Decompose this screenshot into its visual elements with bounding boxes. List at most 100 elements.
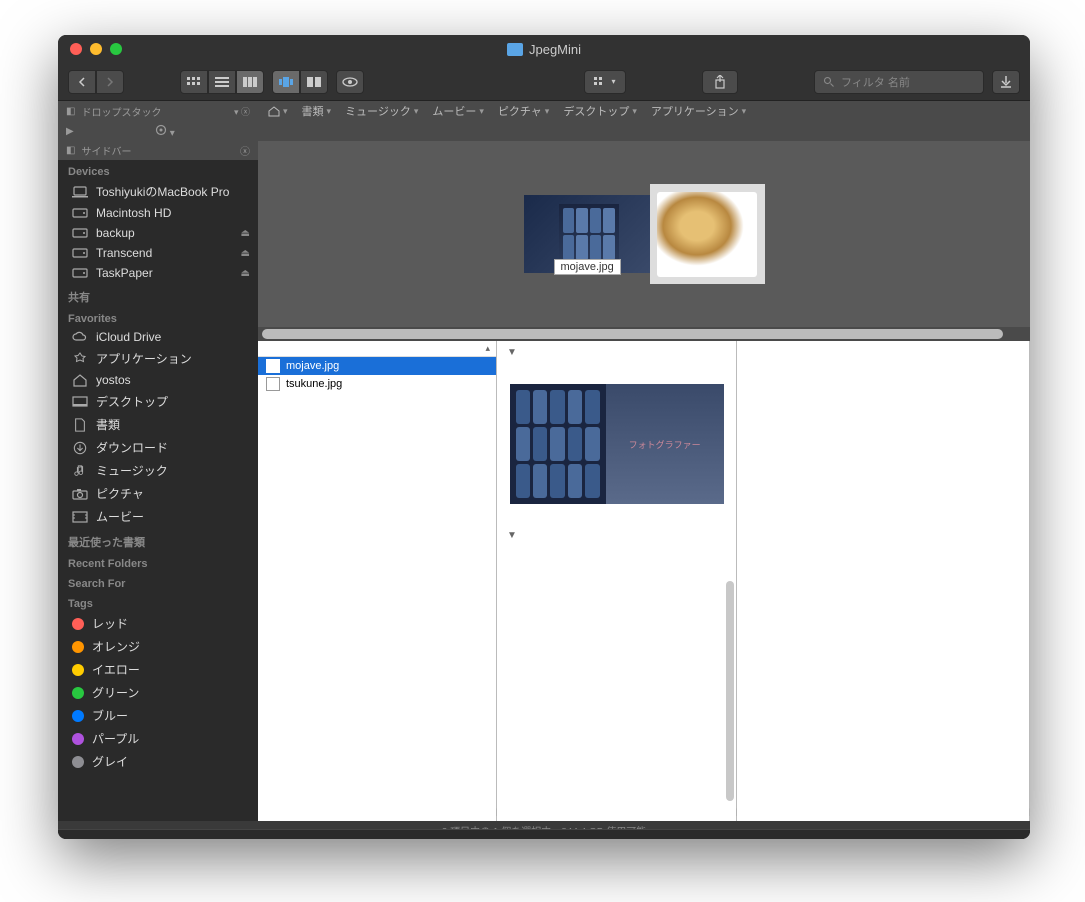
tag-dot-icon (72, 756, 84, 768)
column-view-button[interactable] (236, 70, 264, 94)
sidebar-tag-6[interactable]: グレイ (58, 750, 258, 773)
column-browser: ▴ mojave.jpgtsukune.jpg ‖ ▼ (258, 341, 1030, 821)
folder-icon (507, 43, 523, 56)
traffic-lights (58, 43, 122, 55)
disclosure-1[interactable]: ▼ (497, 341, 736, 364)
view-mode-group (180, 70, 264, 94)
sidebar-device-0[interactable]: ToshiyukiのMacBook Pro (58, 180, 258, 203)
eject-icon[interactable]: ⏏ (241, 248, 250, 259)
file-icon (266, 359, 280, 373)
sidebar-device-1[interactable]: Macintosh HD (58, 203, 258, 223)
file-row-1[interactable]: tsukune.jpg (258, 375, 496, 393)
search-for-header: Search For (58, 572, 258, 592)
sidebar-favorite-7[interactable]: ピクチャ (58, 482, 258, 505)
sidebar-tag-3[interactable]: グリーン (58, 681, 258, 704)
tags-header: Tags (58, 592, 258, 612)
scrollbar-thumb[interactable] (262, 329, 1003, 339)
forward-button[interactable] (96, 70, 124, 94)
coverflow-scrollbar[interactable] (258, 327, 1030, 341)
path-item-4[interactable]: デスクトップ▾ (563, 103, 637, 119)
column-2-preview: ▼ フォトグラファー (497, 341, 737, 821)
preview-image: フォトグラファー (510, 384, 724, 504)
disclosure-2[interactable]: ▼ (497, 524, 736, 547)
shared-header: 共有 (58, 283, 258, 307)
sidebar-favorite-8[interactable]: ムービー (58, 505, 258, 528)
coverflow-thumb-selected[interactable]: mojave.jpg (524, 195, 654, 273)
eject-icon[interactable]: ⏏ (241, 268, 250, 279)
body: ◧サイドバーⓧ Devices ToshiyukiのMacBook ProMac… (58, 141, 1030, 821)
search-field[interactable]: フィルタ 名前 (814, 70, 984, 94)
coverflow-thumb-next[interactable] (650, 184, 765, 284)
favorites-header: Favorites (58, 307, 258, 327)
window-title-text: JpegMini (529, 42, 581, 57)
path-item-2[interactable]: ムービー▾ (432, 103, 484, 119)
finder-window: JpegMini ▾ フィルタ 名前 ◧ (58, 35, 1030, 839)
path-item-0[interactable]: 書類▾ (302, 103, 332, 119)
path-item-3[interactable]: ピクチャ▾ (498, 103, 549, 119)
eject-icon[interactable]: ⏏ (241, 228, 250, 239)
path-home[interactable]: ▾ (268, 106, 288, 117)
sidebar-device-2[interactable]: backup⏏ (58, 223, 258, 243)
column-resize-handle-3[interactable]: ‖ (1029, 808, 1030, 819)
sidebar-action-row[interactable]: ▶ ▾ (58, 121, 258, 141)
column-sort-indicator[interactable]: ▴ (258, 341, 496, 357)
search-placeholder: フィルタ 名前 (841, 74, 910, 90)
tab-bar: ◧ ドロップスタック ▾ ⓧ ▾ 書類▾ ミュージック▾ ムービー▾ ピクチャ▾… (58, 101, 1030, 121)
content-area: mojave.jpg ▴ mojave.jpgtsukune.jpg ‖ ▼ (258, 141, 1030, 821)
tag-dot-icon (72, 687, 84, 699)
minimize-button[interactable] (90, 43, 102, 55)
thumb-image-tsukune (650, 184, 765, 284)
preview-scrollbar[interactable] (726, 581, 734, 801)
quicklook-button[interactable] (336, 70, 364, 94)
thumb-label: mojave.jpg (554, 259, 621, 275)
sidebar-favorite-5[interactable]: ダウンロード (58, 436, 258, 459)
sidebar-favorite-4[interactable]: 書類 (58, 413, 258, 436)
titlebar: JpegMini (58, 35, 1030, 63)
sidebar-favorite-2[interactable]: yostos (58, 370, 258, 390)
tag-dot-icon (72, 710, 84, 722)
arrange-button[interactable]: ▾ (584, 70, 626, 94)
path-bar: ▾ 書類▾ ミュージック▾ ムービー▾ ピクチャ▾ デスクトップ▾ アプリケーシ… (258, 101, 1030, 121)
toolbar: ▾ フィルタ 名前 (58, 63, 1030, 101)
coverflow-strip[interactable]: mojave.jpg (258, 141, 1030, 327)
sidebar-device-4[interactable]: TaskPaper⏏ (58, 263, 258, 283)
path-item-5[interactable]: アプリケーション▾ (651, 103, 746, 119)
close-button[interactable] (70, 43, 82, 55)
file-icon (266, 377, 280, 391)
sidebar-favorite-6[interactable]: ミュージック (58, 459, 258, 482)
tag-dot-icon (72, 618, 84, 630)
nav-buttons (68, 70, 124, 94)
sidebar-favorite-1[interactable]: アプリケーション (58, 347, 258, 370)
preview-mode-group (272, 70, 328, 94)
download-button[interactable] (992, 70, 1020, 94)
share-button[interactable] (702, 70, 738, 94)
sidebar-favorite-3[interactable]: デスクトップ (58, 390, 258, 413)
window-title: JpegMini (58, 42, 1030, 57)
sidebar-subheader[interactable]: ◧サイドバーⓧ (58, 141, 258, 160)
sidebar-tag-2[interactable]: イエロー (58, 658, 258, 681)
tag-dot-icon (72, 664, 84, 676)
list-view-button[interactable] (208, 70, 236, 94)
sidebar-device-3[interactable]: Transcend⏏ (58, 243, 258, 263)
sidebar-dropstack-row[interactable]: ◧ ドロップスタック ▾ ⓧ (58, 101, 258, 121)
tag-dot-icon (72, 641, 84, 653)
file-row-0[interactable]: mojave.jpg (258, 357, 496, 375)
coverflow-button[interactable] (272, 70, 300, 94)
back-button[interactable] (68, 70, 96, 94)
icon-view-button[interactable] (180, 70, 208, 94)
search-icon (823, 76, 835, 88)
second-header-row: ▶ ▾ (58, 121, 1030, 141)
sidebar-tag-5[interactable]: パープル (58, 727, 258, 750)
column-1: ▴ mojave.jpgtsukune.jpg ‖ (258, 341, 497, 821)
sidebar-favorite-0[interactable]: iCloud Drive (58, 327, 258, 347)
path-item-1[interactable]: ミュージック▾ (345, 103, 418, 119)
maximize-button[interactable] (110, 43, 122, 55)
column-track (58, 829, 1030, 839)
devices-header: Devices (58, 160, 258, 180)
gallery-button[interactable] (300, 70, 328, 94)
sidebar-tag-1[interactable]: オレンジ (58, 635, 258, 658)
sidebar-tag-4[interactable]: ブルー (58, 704, 258, 727)
tag-dot-icon (72, 733, 84, 745)
sidebar-tag-0[interactable]: レッド (58, 612, 258, 635)
preview-pane: フォトグラファー (497, 364, 736, 524)
